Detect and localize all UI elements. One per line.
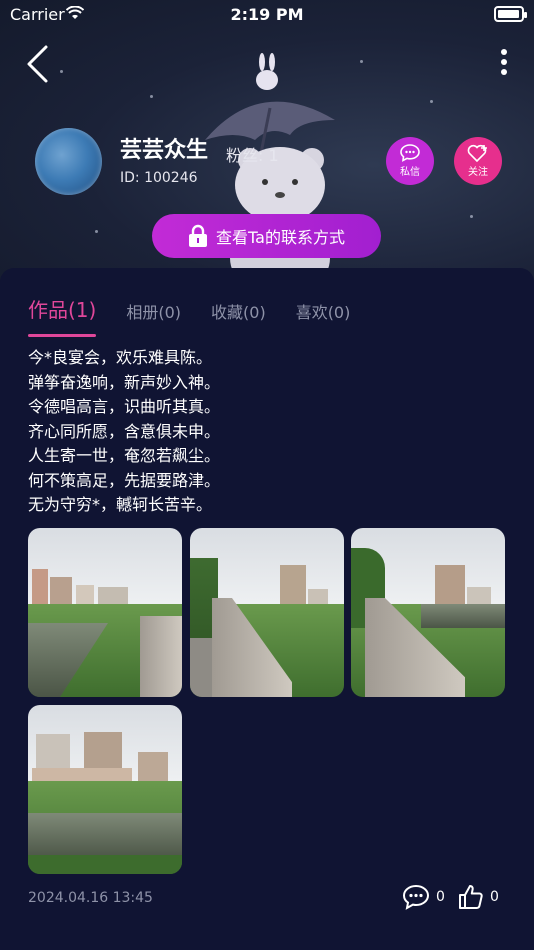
post-line: 弹筝奋逸响，新声妙入神。 xyxy=(28,372,221,392)
fans-count: 粉丝: 1 xyxy=(226,146,279,165)
heart-plus-icon xyxy=(467,144,487,162)
view-contact-button[interactable]: 查看Ta的联系方式 xyxy=(152,214,381,258)
comment-icon xyxy=(402,884,430,910)
tab-likes[interactable]: 喜欢(0) xyxy=(296,299,351,323)
view-contact-label: 查看Ta的联系方式 xyxy=(216,228,345,247)
user-id: ID: 100246 xyxy=(120,170,198,186)
river-railing-photo[interactable] xyxy=(351,528,505,697)
profile-header-background: Carrier 2:19 PM 芸芸众生 粉丝: 1 ID: 100246 私信… xyxy=(0,0,534,300)
tab-works[interactable]: 作品(1) xyxy=(28,294,97,337)
post-line: 齐心同所愿，含意俱未申。 xyxy=(28,421,221,441)
more-dots-icon[interactable] xyxy=(494,48,514,76)
message-button[interactable]: 私信 xyxy=(386,137,434,185)
comment-button[interactable]: 0 xyxy=(402,884,445,910)
post-line: 何不策高足，先据要路津。 xyxy=(28,470,221,490)
avatar[interactable] xyxy=(35,128,102,195)
status-bar: Carrier 2:19 PM xyxy=(0,0,534,30)
like-count: 0 xyxy=(490,889,499,905)
post-line: 无为守穷*，轗轲长苦辛。 xyxy=(28,495,213,514)
like-button[interactable]: 0 xyxy=(458,884,499,910)
post-line: 今*良宴会，欢乐难具陈。 xyxy=(28,348,213,367)
content-panel: 作品(1) 相册(0) 收藏(0) 喜欢(0) 今*良宴会，欢乐难具陈。 弹筝奋… xyxy=(0,268,534,950)
lock-icon xyxy=(189,224,208,247)
message-label: 私信 xyxy=(400,167,420,178)
tab-album[interactable]: 相册(0) xyxy=(126,299,181,323)
tab-favorites[interactable]: 收藏(0) xyxy=(211,299,266,323)
tab-bar: 作品(1) 相册(0) 收藏(0) 喜欢(0) xyxy=(28,294,380,337)
rabbit-illustration xyxy=(256,53,278,90)
post-date: 2024.04.16 13:45 xyxy=(28,890,153,906)
river-bridge-photo[interactable] xyxy=(28,528,182,697)
post-line: 令德唱高言，识曲听其真。 xyxy=(28,397,221,416)
battery-icon xyxy=(494,6,527,22)
thumbs-up-icon xyxy=(459,885,483,909)
post-line: 人生寄一世，奄忽若飙尘。 xyxy=(28,446,221,465)
chat-bubble-icon xyxy=(400,144,420,162)
riverside-railing-photo[interactable] xyxy=(190,528,344,697)
back-arrow-icon[interactable] xyxy=(22,44,52,84)
comment-count: 0 xyxy=(436,889,445,905)
username: 芸芸众生 xyxy=(120,138,209,163)
river-buildings-photo[interactable] xyxy=(28,705,182,874)
post-text: 今*良宴会，欢乐难具陈。 弹筝奋逸响，新声妙入神。 令德唱高言，识曲听其真。 齐… xyxy=(28,346,220,518)
clock: 2:19 PM xyxy=(230,5,304,24)
follow-button[interactable]: 关注 xyxy=(454,137,502,185)
follow-label: 关注 xyxy=(468,167,488,178)
